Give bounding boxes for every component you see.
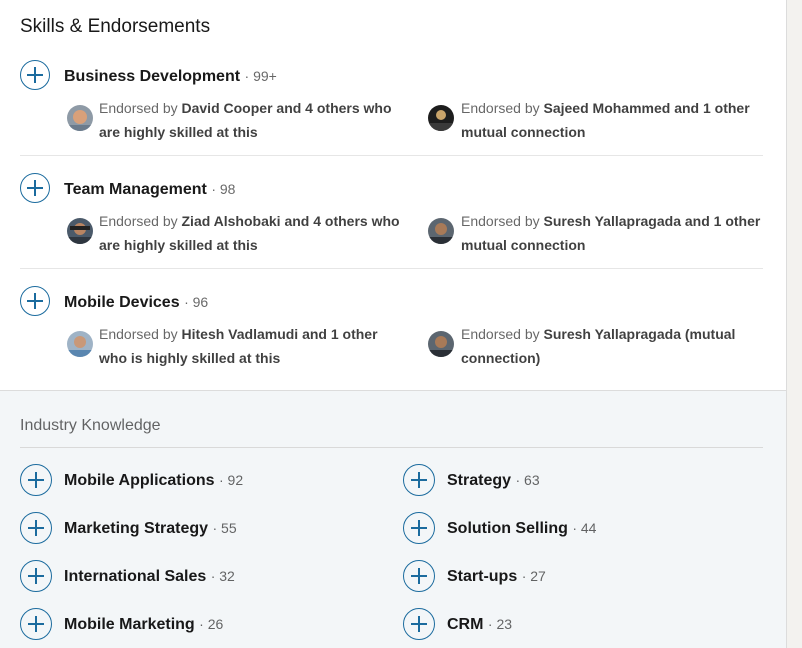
endorse-add-button[interactable] — [20, 60, 50, 90]
endorse-add-button[interactable] — [20, 608, 52, 640]
plus-icon — [28, 616, 44, 632]
skill-header[interactable]: Mobile Devices · 96 — [64, 292, 208, 313]
skill-count: · 23 — [487, 616, 513, 632]
endorsement-prefix: Endorsed by — [461, 100, 544, 116]
skill-item: Team Management · 98 Endorsed by Ziad Al… — [20, 171, 763, 269]
skill-header[interactable]: Strategy · 63 — [447, 470, 540, 491]
skill-header[interactable]: Solution Selling · 44 — [447, 518, 596, 539]
profile-page: Skills & Endorsements Business Developme… — [0, 0, 802, 648]
skill-name[interactable]: Strategy — [447, 472, 511, 489]
endorsement-text[interactable]: Endorsed by David Cooper and 4 others wh… — [99, 96, 409, 144]
skills-card: Skills & Endorsements Business Developme… — [0, 0, 786, 390]
plus-icon — [28, 520, 44, 536]
plus-icon — [411, 472, 427, 488]
skill-header[interactable]: Marketing Strategy · 55 — [64, 518, 237, 539]
plus-icon — [411, 520, 427, 536]
avatar[interactable] — [67, 331, 93, 357]
skill-header[interactable]: Business Development · 99+ — [64, 66, 277, 87]
skill-count: · 44 — [572, 520, 597, 536]
skill-name[interactable]: Mobile Marketing — [64, 616, 195, 633]
skill-name[interactable]: Business Development — [64, 68, 240, 85]
endorse-add-button[interactable] — [20, 173, 50, 203]
skill-header[interactable]: CRM · 23 — [447, 614, 512, 635]
skill-count: · 26 — [199, 616, 224, 632]
skill-name[interactable]: Team Management — [64, 181, 207, 198]
skill-header[interactable]: Team Management · 98 — [64, 179, 235, 200]
avatar[interactable] — [67, 105, 93, 131]
section-title: Skills & Endorsements — [20, 16, 211, 37]
endorsement-text[interactable]: Endorsed by Ziad Alshobaki and 4 others … — [99, 209, 409, 257]
endorse-add-button[interactable] — [403, 512, 435, 544]
skill-item: Business Development · 99+ Endorsed by D… — [20, 58, 763, 156]
avatar[interactable] — [428, 331, 454, 357]
endorsement-text[interactable]: Endorsed by Sajeed Mohammed and 1 other … — [461, 96, 771, 144]
skill-count: · 55 — [212, 520, 237, 536]
endorse-add-button[interactable] — [403, 464, 435, 496]
skill-header[interactable]: Start-ups · 27 — [447, 566, 546, 587]
skill-header[interactable]: Mobile Marketing · 26 — [64, 614, 223, 635]
skill-name[interactable]: Mobile Applications — [64, 472, 215, 489]
skill-count: · 99+ — [244, 68, 277, 84]
skill-count: · 96 — [184, 294, 209, 310]
skill-count: · 63 — [515, 472, 540, 488]
skill-count: · 98 — [211, 181, 236, 197]
endorse-add-button[interactable] — [20, 286, 50, 316]
endorsement-prefix: Endorsed by — [99, 100, 182, 116]
avatar[interactable] — [428, 105, 454, 131]
endorsement-prefix: Endorsed by — [461, 213, 544, 229]
skill-name[interactable]: Mobile Devices — [64, 294, 180, 311]
endorse-add-button[interactable] — [403, 560, 435, 592]
divider — [20, 447, 763, 448]
endorsement-prefix: Endorsed by — [99, 213, 182, 229]
plus-icon — [28, 568, 44, 584]
endorse-add-button[interactable] — [20, 560, 52, 592]
industry-knowledge-section: Industry Knowledge Mobile Applications ·… — [0, 390, 786, 648]
endorsement-text[interactable]: Endorsed by Suresh Yallapragada and 1 ot… — [461, 209, 771, 257]
endorse-add-button[interactable] — [20, 512, 52, 544]
plus-icon — [27, 67, 43, 83]
skill-header[interactable]: Mobile Applications · 92 — [64, 470, 243, 491]
skill-count: · 32 — [210, 568, 235, 584]
endorse-add-button[interactable] — [20, 464, 52, 496]
plus-icon — [27, 293, 43, 309]
plus-icon — [411, 568, 427, 584]
plus-icon — [28, 472, 44, 488]
skill-name[interactable]: Marketing Strategy — [64, 520, 208, 537]
skill-item: Mobile Devices · 96 Endorsed by Hitesh V… — [20, 284, 763, 382]
skill-name[interactable]: Start-ups — [447, 568, 517, 585]
avatar[interactable] — [67, 218, 93, 244]
skill-header[interactable]: International Sales · 32 — [64, 566, 235, 587]
skill-name[interactable]: CRM — [447, 616, 483, 633]
avatar[interactable] — [428, 218, 454, 244]
industry-knowledge-title: Industry Knowledge — [20, 417, 161, 434]
endorsement-text[interactable]: Endorsed by Suresh Yallapragada (mutual … — [461, 322, 771, 370]
endorse-add-button[interactable] — [403, 608, 435, 640]
skill-count: · 92 — [218, 472, 244, 488]
skill-name[interactable]: International Sales — [64, 568, 206, 585]
endorsement-prefix: Endorsed by — [461, 326, 544, 342]
endorsement-prefix: Endorsed by — [99, 326, 182, 342]
scrollbar-track[interactable] — [786, 0, 802, 648]
plus-icon — [411, 616, 427, 632]
plus-icon — [27, 180, 43, 196]
skill-name[interactable]: Solution Selling — [447, 520, 568, 537]
endorsement-text[interactable]: Endorsed by Hitesh Vadlamudi and 1 other… — [99, 322, 409, 370]
skill-count: · 27 — [521, 568, 546, 584]
